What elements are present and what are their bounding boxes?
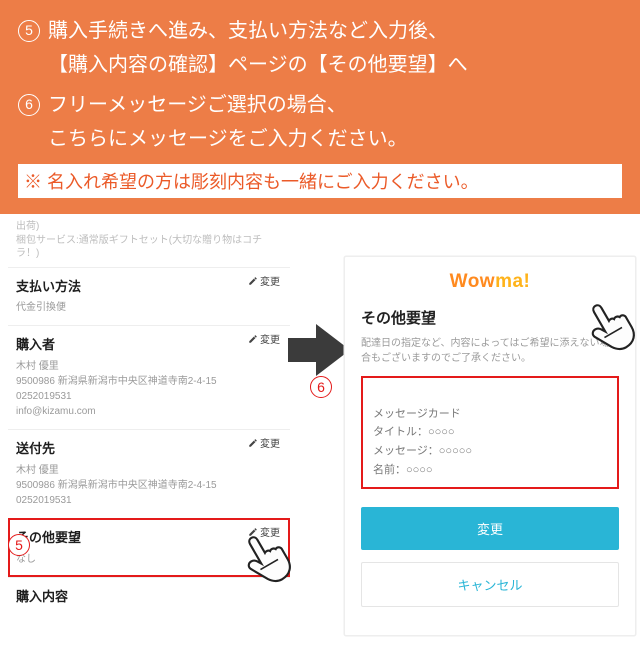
payment-detail: 代金引換便 — [16, 300, 282, 315]
buyer-section: 変更 購入者 木村 優里 9500986 新潟県新潟市中央区神道寺南2-4-15… — [8, 325, 290, 429]
message-input-box[interactable]: メッセージカード タイトル：○○○○ メッセージ：○○○○○ 名前：○○○○ — [361, 376, 619, 489]
pointer-hand-icon — [580, 294, 640, 359]
pencil-icon — [248, 334, 258, 344]
change-link[interactable]: 変更 — [248, 276, 280, 291]
payment-section: 変更 支払い方法 代金引換便 — [8, 267, 290, 326]
step-6-row: 6 フリーメッセージご選択の場合、 こちらにメッセージをご入力ください。 — [18, 88, 622, 156]
step-5-text: 購入手続きへ進み、支払い方法など入力後、 【購入内容の確認】ページの【その他要望… — [48, 14, 468, 82]
step-6-text: フリーメッセージご選択の場合、 こちらにメッセージをご入力ください。 — [48, 88, 408, 156]
instruction-banner: 5 購入手続きへ進み、支払い方法など入力後、 【購入内容の確認】ページの【その他… — [0, 0, 640, 214]
arrow-icon — [288, 324, 350, 381]
pointer-hand-icon — [236, 526, 300, 591]
change-link[interactable]: 変更 — [248, 334, 280, 349]
shipping-detail: 木村 優里 9500986 新潟県新潟市中央区神道寺南2-4-15 025201… — [16, 463, 282, 508]
step-5-badge: 5 — [18, 20, 40, 42]
callout-6: 6 — [310, 376, 332, 398]
engraving-note: ※ 名入れ希望の方は彫刻内容も一緒にご入力ください。 — [18, 164, 622, 198]
callout-5: 5 — [8, 534, 30, 556]
change-link[interactable]: 変更 — [248, 438, 280, 453]
shipping-heading: 送付先 — [16, 440, 282, 459]
buyer-heading: 購入者 — [16, 336, 282, 355]
step-5-row: 5 購入手続きへ進み、支払い方法など入力後、 【購入内容の確認】ページの【その他… — [18, 14, 622, 82]
cancel-button[interactable]: キャンセル — [361, 562, 619, 607]
wowma-logo: Wowma! — [361, 271, 619, 293]
screenshots-area: 出荷) 梱包サービス:通常版ギフトセット(大切な贈り物はコチラ！) 変更 支払い… — [0, 214, 640, 646]
buyer-detail: 木村 優里 9500986 新潟県新潟市中央区神道寺南2-4-15 025201… — [16, 359, 282, 419]
step-6-badge: 6 — [18, 94, 40, 116]
pencil-icon — [248, 438, 258, 448]
wrapping-crumb: 出荷) 梱包サービス:通常版ギフトセット(大切な贈り物はコチラ！) — [8, 220, 290, 267]
change-button[interactable]: 変更 — [361, 507, 619, 550]
shipping-section: 変更 送付先 木村 優里 9500986 新潟県新潟市中央区神道寺南2-4-15… — [8, 429, 290, 518]
pencil-icon — [248, 276, 258, 286]
payment-heading: 支払い方法 — [16, 278, 282, 297]
